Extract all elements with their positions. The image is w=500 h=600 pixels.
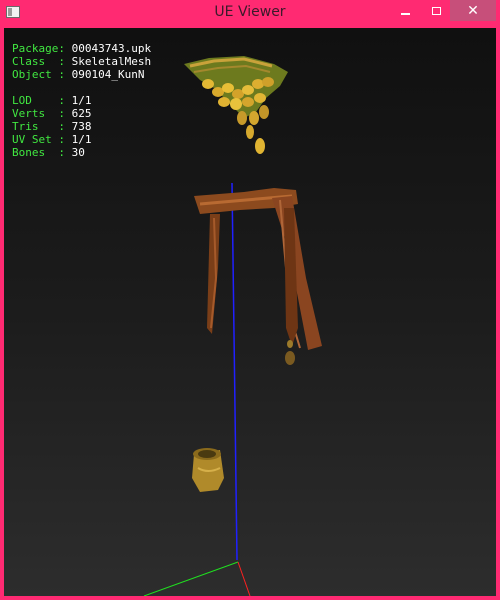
info-value: 1/1 <box>71 133 92 146</box>
info-label: Class : <box>12 55 65 68</box>
mesh-info-overlay: Package: 00043743.upk Class : SkeletalMe… <box>12 42 151 159</box>
minimize-button[interactable] <box>392 0 419 21</box>
info-value: 1/1 <box>71 94 92 107</box>
cup-mesh <box>192 448 224 492</box>
info-label: Tris : <box>12 120 65 133</box>
info-row-uvset: UV Set : 1/1 <box>12 133 151 146</box>
axis-y-line <box>143 561 239 596</box>
info-label: Package: <box>12 42 65 55</box>
info-row-bones: Bones : 30 <box>12 146 151 159</box>
necklace-mesh <box>184 56 288 154</box>
maximize-button[interactable] <box>423 0 450 21</box>
info-value: SkeletalMesh <box>71 55 152 68</box>
info-label: LOD : <box>12 94 65 107</box>
robe-mesh <box>194 188 322 365</box>
info-row-verts: Verts : 625 <box>12 107 151 120</box>
info-row-package: Package: 00043743.upk <box>12 42 151 55</box>
axis-x-line <box>237 561 251 596</box>
info-row-class: Class : SkeletalMesh <box>12 55 151 68</box>
app-window: UE Viewer ✕ Package: 00043743.upk Class … <box>0 0 500 600</box>
maximize-icon <box>432 6 441 15</box>
info-value: 738 <box>71 120 92 133</box>
info-label: Bones : <box>12 146 65 159</box>
info-label: UV Set : <box>12 133 65 146</box>
info-row-lod: LOD : 1/1 <box>12 94 151 107</box>
mesh-viewport[interactable]: Package: 00043743.upk Class : SkeletalMe… <box>4 28 496 596</box>
info-value: 625 <box>71 107 92 120</box>
info-value: 30 <box>71 146 85 159</box>
close-icon: ✕ <box>467 2 479 19</box>
info-row-tris: Tris : 738 <box>12 120 151 133</box>
minimize-icon <box>401 12 410 15</box>
info-label: Object : <box>12 68 65 81</box>
info-value: 00043743.upk <box>71 42 152 55</box>
info-row-object: Object : 090104_KunN <box>12 68 151 81</box>
axis-z-line <box>231 182 238 561</box>
close-button[interactable]: ✕ <box>450 0 496 21</box>
title-bar[interactable]: UE Viewer ✕ <box>0 0 500 28</box>
info-label: Verts : <box>12 107 65 120</box>
info-value: 090104_KunN <box>71 68 145 81</box>
